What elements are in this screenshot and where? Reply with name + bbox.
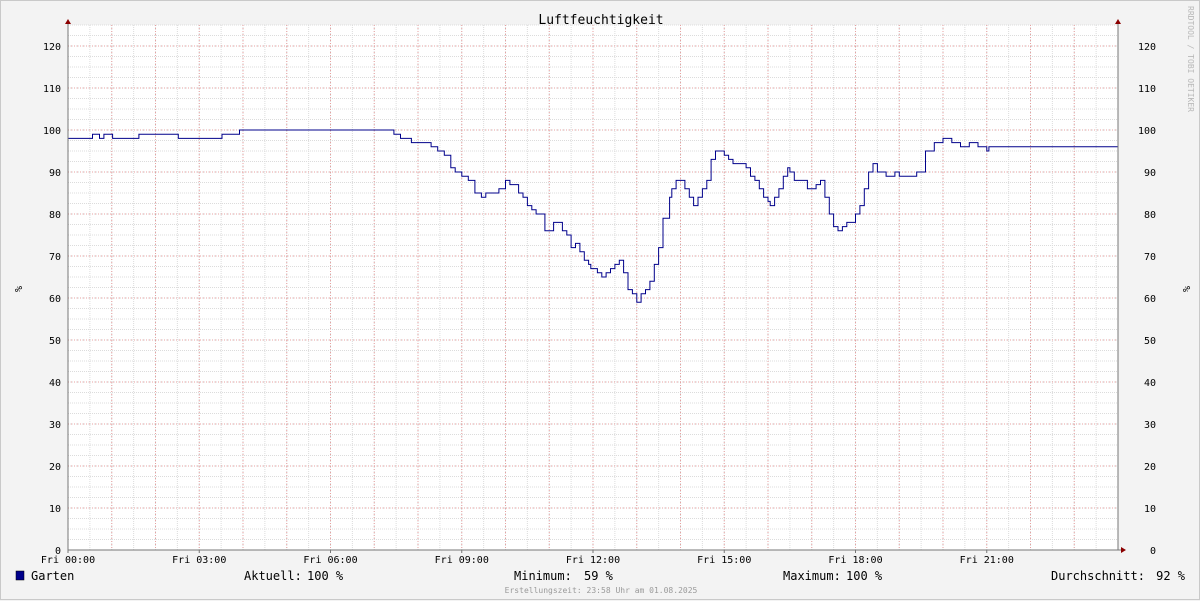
y-tick-label-left: 30 <box>49 420 61 431</box>
y-axis-arrow-right <box>1115 19 1121 24</box>
y-tick-label-left: 110 <box>43 84 61 95</box>
x-tick-label: Fri 18:00 <box>828 555 882 566</box>
y-axis-label-left: % <box>12 286 23 292</box>
y-tick-label-left: 80 <box>49 210 61 221</box>
chart-frame: 0 0 10 10 20 20 30 30 40 40 50 50 60 60 70 70 80 80 90 90 10… <box>0 0 1200 600</box>
y-tick-label-right: 60 <box>1144 294 1156 305</box>
y-tick-label-right: 90 <box>1144 168 1156 179</box>
y-tick-label-right: 100 <box>1138 126 1156 137</box>
y-tick-label-left: 120 <box>43 42 61 53</box>
y-tick-label-right: 40 <box>1144 378 1156 389</box>
y-tick-label-left: 70 <box>49 252 61 263</box>
x-tick-label: Fri 15:00 <box>697 555 751 566</box>
legend-avg-label: Durchschnitt: <box>1051 569 1145 583</box>
rrdtool-watermark: RRDTOOL / TOBI OETIKER <box>1186 6 1195 112</box>
y-tick-label-left: 50 <box>49 336 61 347</box>
y-tick-label-right: 30 <box>1144 420 1156 431</box>
y-tick-label-right: 70 <box>1144 252 1156 263</box>
y-tick-label-left: 90 <box>49 168 61 179</box>
y-tick-label-right: 110 <box>1138 84 1156 95</box>
x-tick-label: Fri 21:00 <box>960 555 1014 566</box>
chart-title: Luftfeuchtigkeit <box>538 13 663 28</box>
y-tick-label-left: 20 <box>49 462 61 473</box>
y-tick-label-left: 100 <box>43 126 61 137</box>
x-tick-label: Fri 00:00 <box>41 555 95 566</box>
legend-min-label: Minimum: <box>514 569 572 583</box>
y-tick-label-right: 10 <box>1144 504 1156 515</box>
humidity-chart: 0 010 1020 2030 3040 4050 5060 6070 7080 8090 9010… <box>12 6 1195 595</box>
y-tick-label-left: 10 <box>49 504 61 515</box>
legend-max-label: Maximum: <box>783 569 841 583</box>
footer-created: Erstellungszeit: 23:58 Uhr am 01.08.2025 <box>505 586 698 595</box>
y-tick-label-left: 60 <box>49 294 61 305</box>
x-tick-label: Fri 12:00 <box>566 555 620 566</box>
y-axis-arrow-left <box>65 19 71 24</box>
y-axis-label-right: % <box>1180 286 1191 292</box>
y-tick-label-right: 50 <box>1144 336 1156 347</box>
y-tick-label-left: 40 <box>49 378 61 389</box>
legend-current-label: Aktuell: <box>244 569 302 583</box>
legend-avg-value: 92 % <box>1156 569 1186 583</box>
y-tick-label-right: 80 <box>1144 210 1156 221</box>
y-tick-label-right: 120 <box>1138 42 1156 53</box>
legend-current-value: 100 % <box>307 569 344 583</box>
y-tick-label-right: 0 <box>1150 546 1156 557</box>
x-tick-label: Fri 09:00 <box>435 555 489 566</box>
x-axis-arrow <box>1121 547 1126 553</box>
legend-swatch <box>15 570 25 581</box>
x-tick-label: Fri 06:00 <box>303 555 357 566</box>
legend-min-value: 59 % <box>584 569 614 583</box>
y-tick-label-right: 20 <box>1144 462 1156 473</box>
legend-series-name: Garten <box>31 569 74 583</box>
x-tick-label: Fri 03:00 <box>172 555 226 566</box>
legend-max-value: 100 % <box>846 569 883 583</box>
